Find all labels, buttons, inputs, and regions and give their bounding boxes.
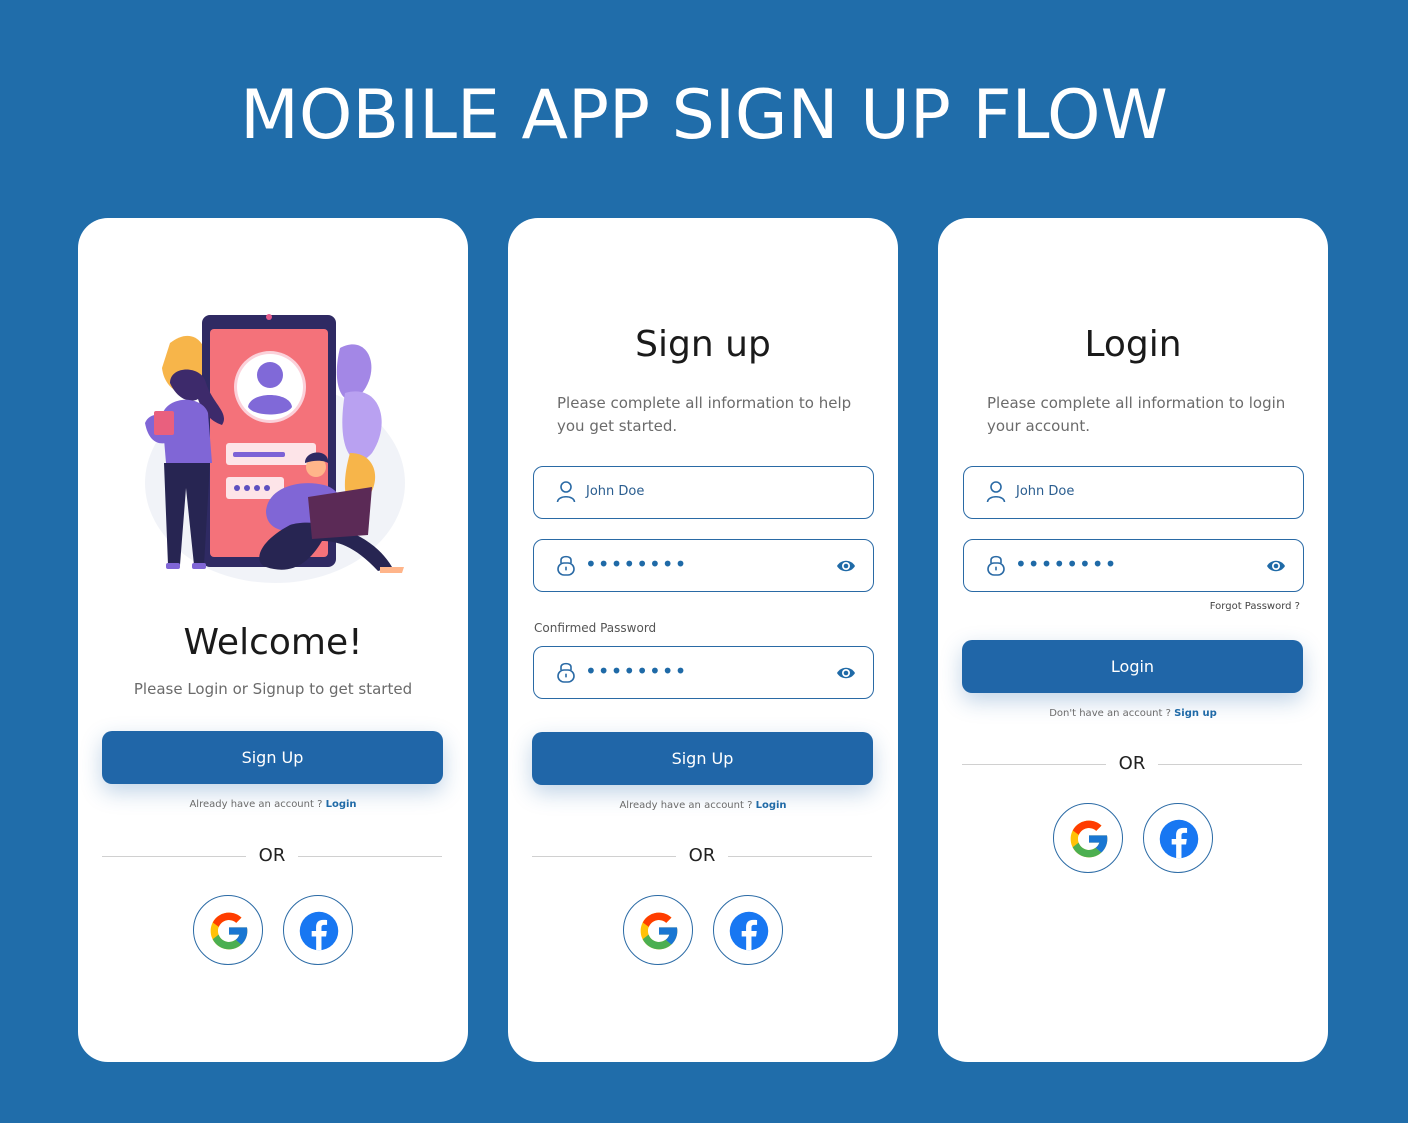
divider-left bbox=[532, 856, 676, 857]
or-text: OR bbox=[258, 845, 286, 866]
facebook-login-button[interactable] bbox=[713, 895, 783, 965]
login-prompt: Already have an account ? Login bbox=[508, 800, 898, 811]
eye-icon[interactable] bbox=[836, 663, 856, 683]
password-field[interactable]: •••••••• bbox=[963, 539, 1304, 592]
login-subtitle: Please complete all information to login… bbox=[987, 394, 1286, 435]
login-button[interactable]: Login bbox=[962, 640, 1303, 693]
welcome-subtitle: Please Login or Signup to get started bbox=[133, 680, 413, 698]
welcome-screen: Welcome! Please Login or Signup to get s… bbox=[78, 218, 468, 1062]
account-prompt-text: Already have an account ? bbox=[619, 800, 753, 811]
account-prompt-text: Already have an account ? bbox=[189, 799, 323, 810]
divider-right bbox=[728, 856, 872, 857]
facebook-icon bbox=[299, 911, 339, 951]
lock-icon bbox=[557, 555, 575, 576]
eye-icon[interactable] bbox=[836, 556, 856, 576]
welcome-illustration bbox=[145, 314, 405, 583]
name-value: John Doe bbox=[586, 484, 645, 499]
google-login-button[interactable] bbox=[623, 895, 693, 965]
user-icon bbox=[986, 481, 1006, 503]
welcome-title: Welcome! bbox=[183, 622, 363, 663]
lock-icon bbox=[557, 662, 575, 683]
name-field[interactable]: John Doe bbox=[533, 466, 874, 519]
signup-screen: Sign up Please complete all information … bbox=[508, 218, 898, 1062]
eye-icon[interactable] bbox=[1266, 556, 1286, 576]
or-text: OR bbox=[1118, 753, 1146, 774]
confirm-password-field[interactable]: •••••••• bbox=[533, 646, 874, 699]
forgot-password-link[interactable]: Forgot Password ? bbox=[1210, 601, 1300, 612]
signup-link[interactable]: Sign up bbox=[1174, 708, 1217, 719]
confirm-password-value: •••••••• bbox=[585, 659, 688, 683]
password-value: •••••••• bbox=[1015, 552, 1118, 576]
divider-right bbox=[1158, 764, 1302, 765]
login-link[interactable]: Login bbox=[756, 800, 787, 811]
password-value: •••••••• bbox=[585, 552, 688, 576]
facebook-icon bbox=[1159, 819, 1199, 859]
page-heading: MOBILE APP SIGN UP FLOW bbox=[240, 76, 1168, 155]
signup-button[interactable]: Sign Up bbox=[102, 731, 443, 784]
facebook-login-button[interactable] bbox=[1143, 803, 1213, 873]
signup-subtitle: Please complete all information to help … bbox=[557, 394, 852, 435]
facebook-login-button[interactable] bbox=[283, 895, 353, 965]
signup-title: Sign up bbox=[635, 324, 771, 365]
google-login-button[interactable] bbox=[1053, 803, 1123, 873]
divider-left bbox=[962, 764, 1106, 765]
login-prompt: Already have an account ? Login bbox=[78, 799, 468, 810]
login-link[interactable]: Login bbox=[326, 799, 357, 810]
signup-button[interactable]: Sign Up bbox=[532, 732, 873, 785]
name-value: John Doe bbox=[1016, 484, 1075, 499]
password-field[interactable]: •••••••• bbox=[533, 539, 874, 592]
account-prompt-text: Don't have an account ? bbox=[1049, 708, 1171, 719]
login-screen: Login Please complete all information to… bbox=[938, 218, 1328, 1062]
signup-prompt: Don't have an account ? Sign up bbox=[938, 708, 1328, 719]
divider-right bbox=[298, 856, 442, 857]
facebook-icon bbox=[729, 911, 769, 951]
google-icon bbox=[210, 912, 248, 950]
user-icon bbox=[556, 481, 576, 503]
lock-icon bbox=[987, 555, 1005, 576]
confirm-password-label: Confirmed Password bbox=[534, 621, 657, 635]
name-field[interactable]: John Doe bbox=[963, 466, 1304, 519]
google-login-button[interactable] bbox=[193, 895, 263, 965]
google-icon bbox=[640, 912, 678, 950]
or-text: OR bbox=[688, 845, 716, 866]
google-icon bbox=[1070, 820, 1108, 858]
divider-left bbox=[102, 856, 246, 857]
login-title: Login bbox=[1084, 324, 1182, 365]
